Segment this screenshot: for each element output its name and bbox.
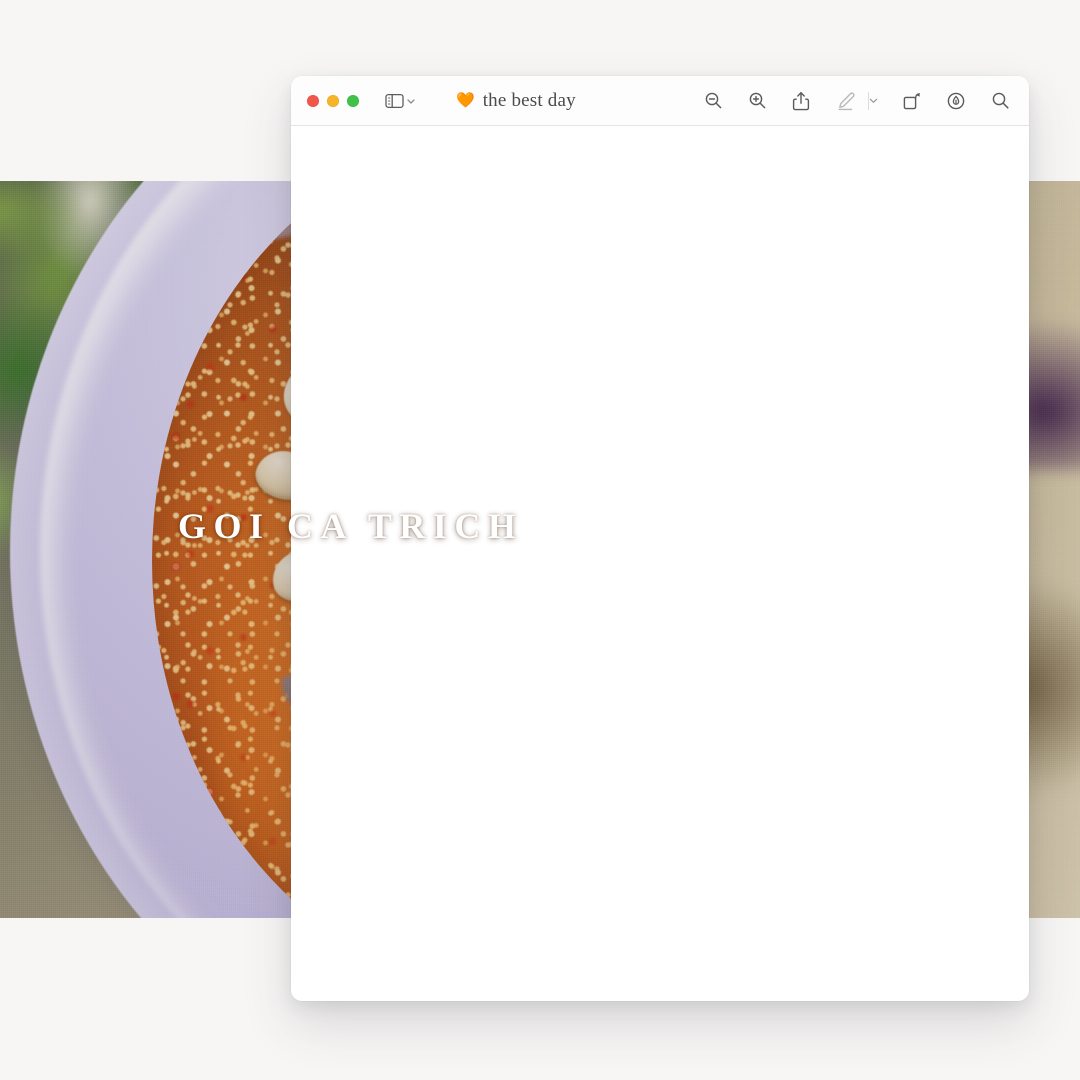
search-button[interactable] (989, 90, 1011, 112)
sidebar-icon (385, 93, 404, 109)
markup-button[interactable] (834, 90, 856, 112)
window-title-text: the best day (482, 89, 576, 111)
annotate-button[interactable] (945, 90, 967, 112)
minimize-button[interactable] (327, 94, 339, 107)
markup-options-button[interactable] (867, 90, 879, 112)
rotate-button[interactable] (901, 90, 923, 112)
screenshot-canvas: GOI CA TRICH 🧡 the best day (0, 0, 1080, 1080)
orange-heart-icon: 🧡 (456, 92, 475, 109)
window-content-area (291, 126, 1029, 1001)
zoom-button[interactable] (347, 94, 359, 107)
window-titlebar: 🧡 the best day (291, 76, 1029, 126)
close-button[interactable] (307, 94, 319, 107)
zoom-in-button[interactable] (746, 90, 768, 112)
chevron-down-icon (406, 96, 416, 106)
toolbar-right (702, 90, 1011, 112)
sidebar-toggle-button[interactable] (385, 93, 416, 109)
share-button[interactable] (790, 90, 812, 112)
traffic-lights (307, 94, 359, 107)
preview-window: 🧡 the best day (291, 76, 1029, 1001)
zoom-out-button[interactable] (702, 90, 724, 112)
window-title: 🧡 the best day (456, 90, 576, 112)
